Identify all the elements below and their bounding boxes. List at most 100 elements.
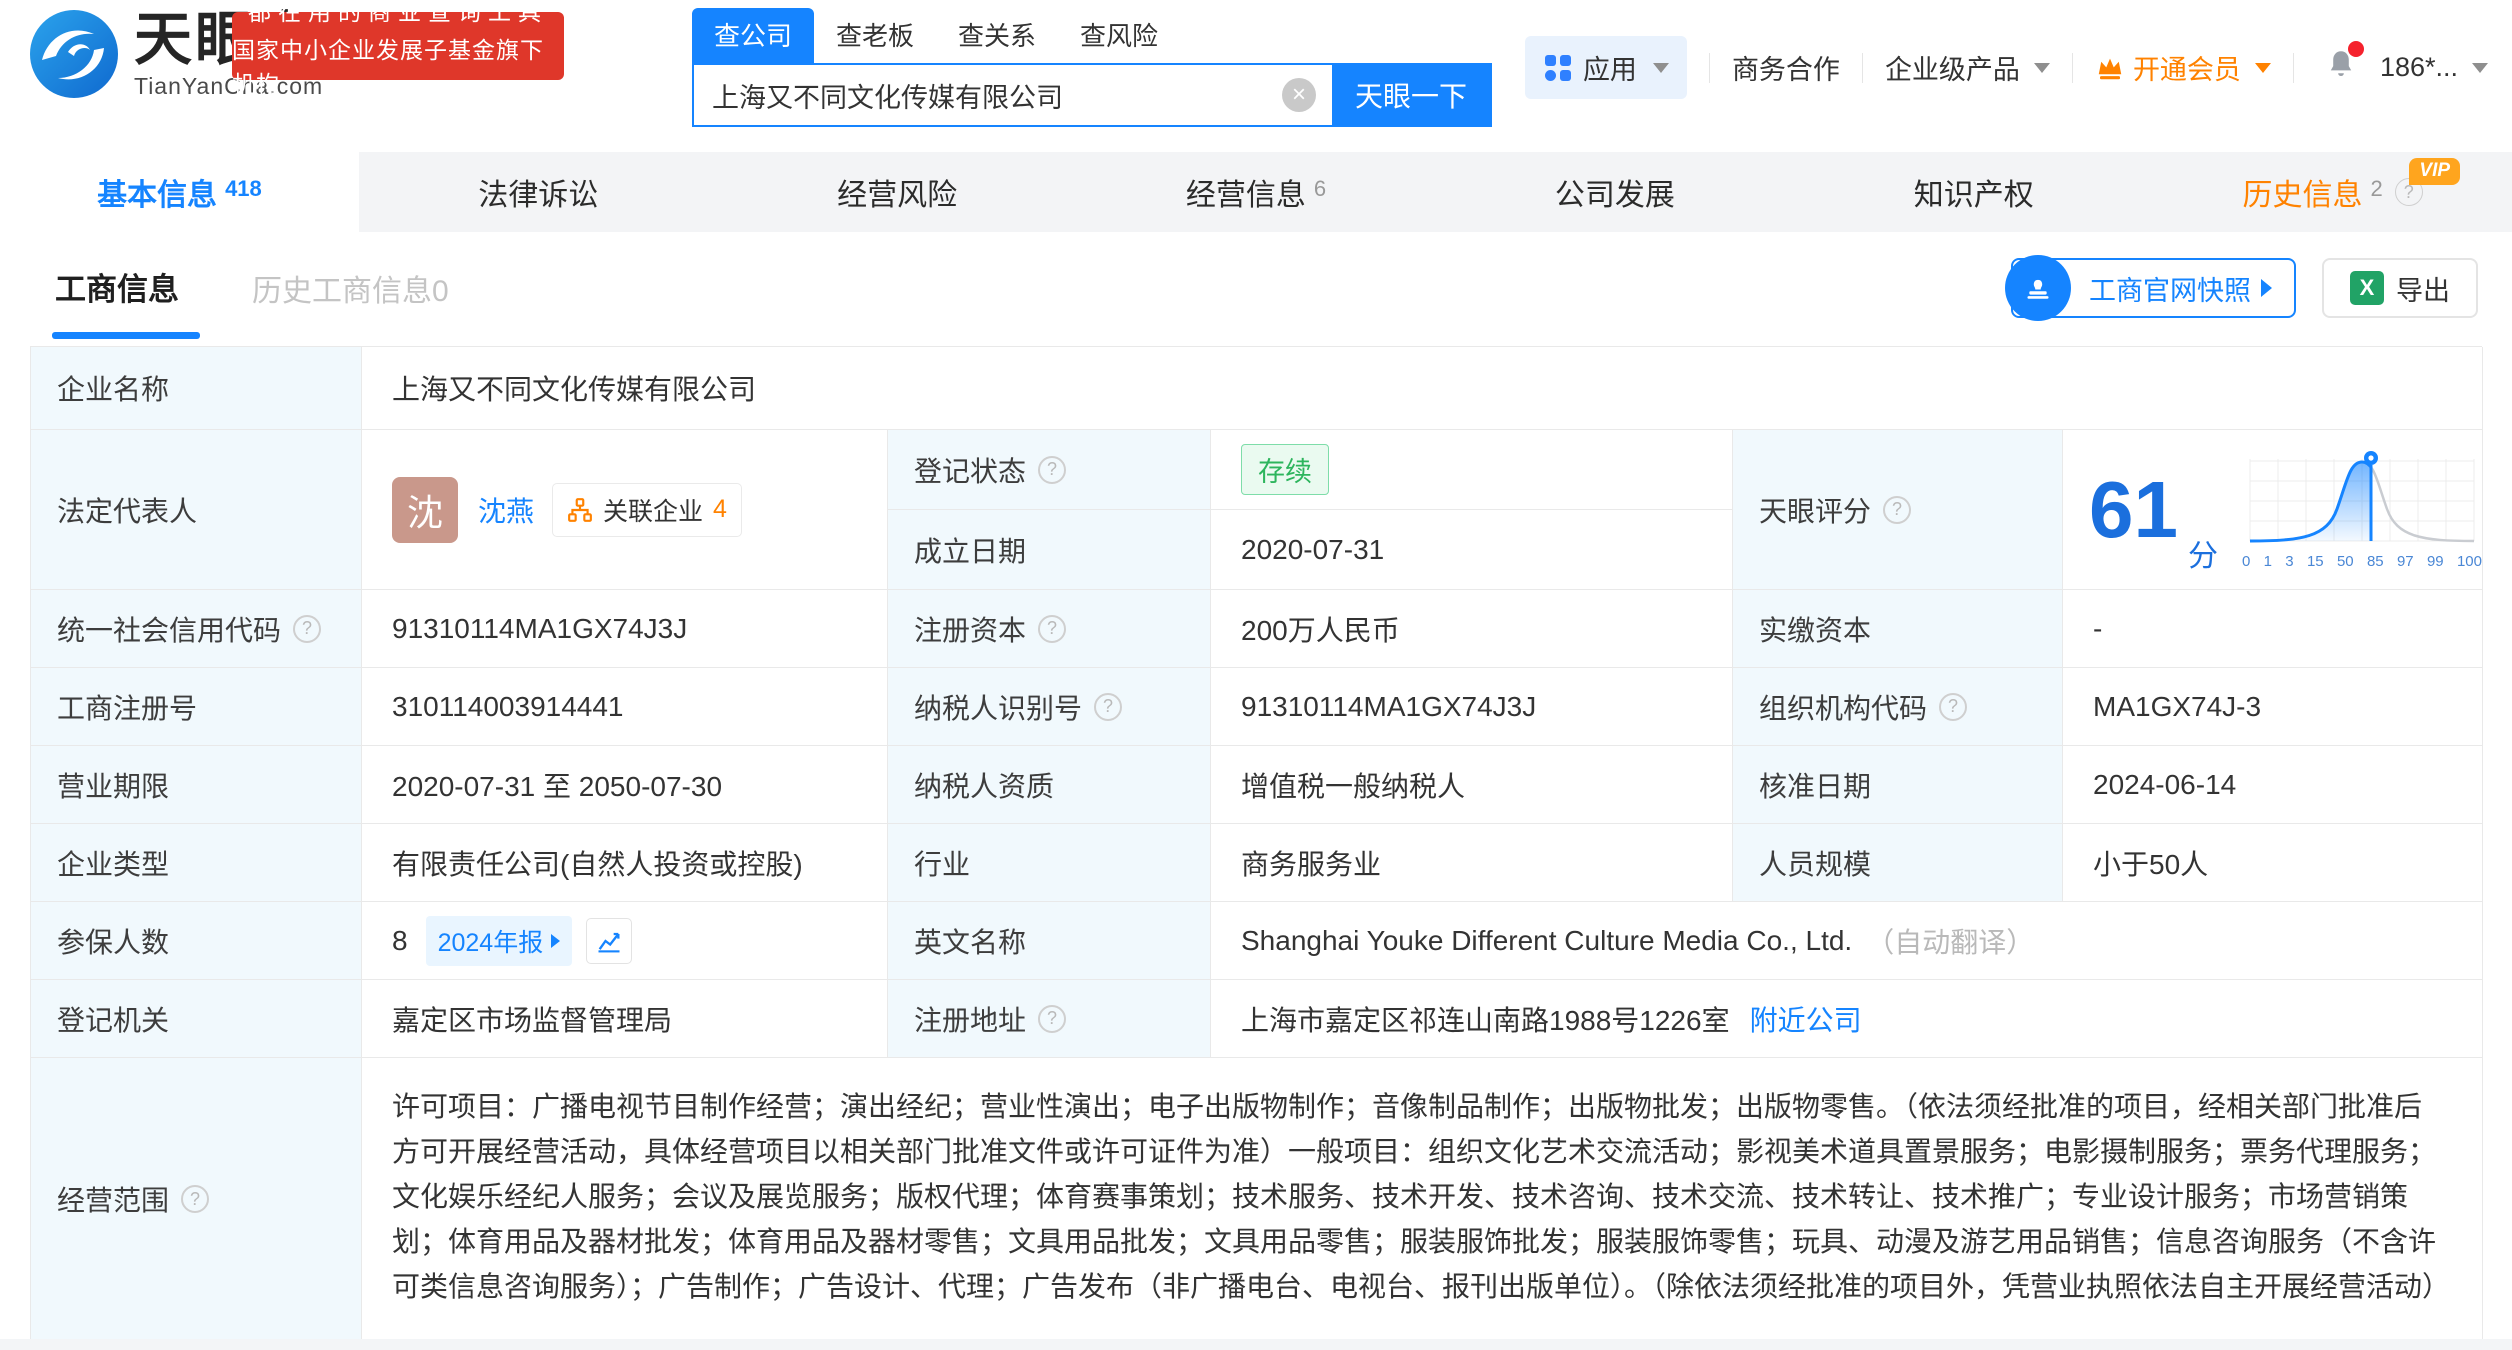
- taxpayer-id-value: 91310114MA1GX74J3J: [1211, 668, 1733, 746]
- business-term-label: 营业期限: [31, 746, 362, 824]
- apps-menu[interactable]: 应用: [1524, 36, 1687, 99]
- official-snapshot-label: 工商官网快照: [2089, 275, 2251, 306]
- tab-history-info[interactable]: 历史信息 2 VIP: [2153, 152, 2512, 232]
- user-phone: 186*...: [2379, 52, 2458, 82]
- search-tab-company[interactable]: 查公司: [692, 8, 815, 63]
- page-bottom-strip: [0, 1339, 2512, 1350]
- tab-operation-info[interactable]: 经营信息 6: [1077, 152, 1436, 232]
- approval-date-label: 核准日期: [1733, 746, 2063, 824]
- clear-search-icon[interactable]: ×: [1282, 78, 1316, 112]
- tab-label: 经营信息: [1185, 179, 1306, 212]
- business-scope-label: 经营范围: [31, 1058, 362, 1341]
- help-icon[interactable]: [1939, 692, 1968, 721]
- tab-operation-risk[interactable]: 经营风险: [718, 152, 1077, 232]
- taxpayer-id-label: 纳税人识别号: [888, 668, 1211, 746]
- registered-capital-value: 200万人民币: [1211, 590, 1733, 668]
- tab-count: 418: [225, 176, 262, 201]
- staff-size-value: 小于50人: [2063, 824, 2483, 902]
- taxpayer-qualification-label: 纳税人资质: [888, 746, 1211, 824]
- bar-chart-icon: [598, 932, 620, 952]
- search-tab-risk[interactable]: 查风险: [1058, 8, 1180, 63]
- open-vip-menu[interactable]: 开通会员: [2095, 48, 2271, 87]
- play-arrow-icon: [551, 933, 561, 948]
- official-snapshot-button[interactable]: 工商官网快照: [2005, 255, 2296, 321]
- help-icon[interactable]: [1094, 692, 1123, 721]
- enterprise-products-label: 企业级产品: [1884, 55, 2020, 85]
- search-tab-boss[interactable]: 查老板: [814, 8, 936, 63]
- search-tab-relation[interactable]: 查关系: [936, 8, 1058, 63]
- business-info-table: 企业名称 上海又不同文化传媒有限公司 法定代表人 沈 沈燕 关联企业 4 登记状…: [30, 346, 2483, 1341]
- related-companies-label: 关联企业: [603, 497, 704, 526]
- registry-authority-label: 登记机关: [31, 980, 362, 1058]
- trend-chart-button[interactable]: [586, 917, 633, 964]
- tab-count: 2: [2370, 176, 2383, 201]
- registration-status-label: 登记状态: [888, 430, 1211, 510]
- active-subtab-underline: [52, 332, 200, 339]
- export-label: 导出: [2396, 275, 2450, 306]
- industry-value: 商务服务业: [1211, 824, 1733, 902]
- chevron-down-icon: [2472, 62, 2488, 73]
- score-number: 61: [2089, 464, 2178, 554]
- divider: [1708, 52, 1710, 83]
- related-companies-badge[interactable]: 关联企业 4: [552, 482, 742, 537]
- tab-label: 历史信息: [2242, 179, 2363, 212]
- chevron-down-icon: [2033, 62, 2050, 73]
- search-box: × 天眼一下: [692, 63, 1492, 127]
- tab-label: 基本信息: [97, 179, 218, 212]
- registration-number-label: 工商注册号: [31, 668, 362, 746]
- crown-icon: [2098, 58, 2122, 79]
- legal-representative-link[interactable]: 沈燕: [478, 490, 534, 530]
- tab-legal-proceedings[interactable]: 法律诉讼: [359, 152, 718, 232]
- establish-date-value: 2020-07-31: [1211, 510, 1733, 590]
- banner-line1: 都在用的商业查询工具: [248, 0, 548, 25]
- organization-code-label: 组织机构代码: [1733, 668, 2063, 746]
- business-scope-value: 许可项目：广播电视节目制作经营；演出经纪；营业性演出；电子出版物制作；音像制品制…: [362, 1058, 2483, 1341]
- chevron-down-icon: [2254, 62, 2271, 73]
- tianyancha-logo-icon: [30, 10, 118, 98]
- registered-address-value: 上海市嘉定区祁连山南路1988号1226室 附近公司: [1211, 980, 2483, 1058]
- search-button[interactable]: 天眼一下: [1332, 65, 1490, 125]
- tab-label: 经营风险: [837, 179, 958, 212]
- avatar[interactable]: 沈: [392, 476, 458, 543]
- tab-label: 公司发展: [1554, 179, 1675, 212]
- org-chart-icon: [568, 497, 592, 522]
- tab-label: 法律诉讼: [478, 179, 599, 212]
- tab-basic-info[interactable]: 基本信息 418: [0, 152, 359, 232]
- app-grid-icon: [1544, 54, 1571, 81]
- stamp-icon: [2005, 255, 2071, 321]
- company-name-label: 企业名称: [31, 347, 362, 430]
- help-icon[interactable]: [293, 614, 322, 643]
- legal-representative-label: 法定代表人: [31, 430, 362, 590]
- export-button[interactable]: X 导出: [2322, 258, 2478, 318]
- credit-code-label: 统一社会信用代码: [31, 590, 362, 668]
- page-header: 天眼查 TianYanCha.com 都在用的商业查询工具 国家中小企业发展子基…: [0, 0, 2512, 152]
- help-icon[interactable]: [1038, 1004, 1067, 1033]
- score-chart-ticks: 01 3 15 50 85 97 99 100: [2241, 553, 2482, 570]
- help-icon[interactable]: [1883, 495, 1912, 524]
- business-cooperation-link[interactable]: 商务合作: [1732, 48, 1840, 87]
- help-icon[interactable]: [1038, 455, 1067, 484]
- tab-intellectual-property[interactable]: 知识产权: [1794, 152, 2153, 232]
- help-icon[interactable]: [1038, 614, 1067, 643]
- subtab-business-info[interactable]: 工商信息: [55, 264, 179, 309]
- play-arrow-icon: [2261, 279, 2272, 297]
- search-input[interactable]: [694, 65, 1282, 125]
- industry-label: 行业: [888, 824, 1211, 902]
- tianyan-score-value: 61 分 0 1 3 15 50 85 97 99 100: [2063, 430, 2483, 590]
- notification-bell-icon[interactable]: [2324, 41, 2364, 88]
- approval-date-value: 2024-06-14: [2063, 746, 2483, 824]
- registration-status-value: 存续: [1211, 430, 1733, 510]
- nearby-companies-link[interactable]: 附近公司: [1750, 999, 1862, 1039]
- subtab-history-business-info[interactable]: 历史工商信息0: [252, 266, 449, 310]
- insured-count-label: 参保人数: [31, 902, 362, 980]
- banner-line2: 国家中小企业发展子基金旗下机构: [232, 37, 544, 97]
- help-icon[interactable]: [181, 1185, 210, 1213]
- organization-code-value: MA1GX74J-3: [2063, 668, 2483, 746]
- tab-company-development[interactable]: 公司发展: [1435, 152, 1794, 232]
- annual-report-chip[interactable]: 2024年报: [425, 915, 573, 966]
- enterprise-products-menu[interactable]: 企业级产品: [1885, 48, 2050, 87]
- divider: [1861, 52, 1863, 83]
- registration-number-value: 310114003914441: [362, 668, 888, 746]
- user-account-menu[interactable]: 186*...: [2380, 52, 2488, 83]
- auto-translate-note: （自动翻译）: [1866, 926, 2035, 958]
